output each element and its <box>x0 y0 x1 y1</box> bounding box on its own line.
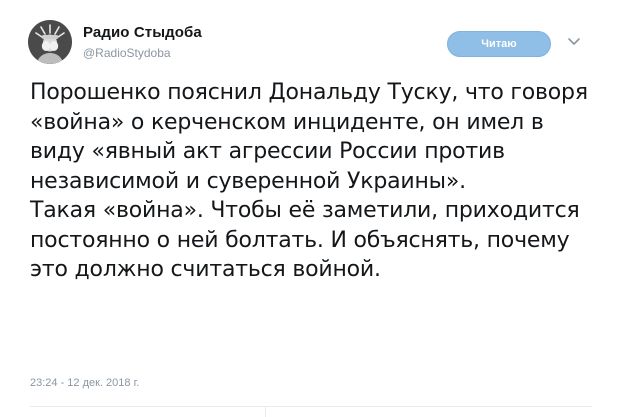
divider <box>265 406 266 417</box>
display-name[interactable]: Радио Стыдоба <box>83 24 202 41</box>
tweet-paragraph: Такая «война». Чтобы её заметили, приход… <box>30 198 580 282</box>
statue-avatar-icon[interactable] <box>28 20 72 64</box>
chevron-down-icon[interactable] <box>567 37 581 47</box>
tweet-timestamp[interactable]: 23:24 - 12 дек. 2018 г. <box>30 377 139 389</box>
follow-button-label: Читаю <box>481 38 517 50</box>
divider <box>30 406 592 407</box>
user-handle[interactable]: @RadioStydoba <box>83 46 171 60</box>
tweet-paragraph: Порошенко пояснил Дональду Туску, что го… <box>30 80 588 194</box>
tweet-card: Радио Стыдоба @RadioStydoba Читаю Пороше… <box>0 0 620 417</box>
tweet-text: Порошенко пояснил Дональду Туску, что го… <box>30 78 605 285</box>
follow-button[interactable]: Читаю <box>447 31 551 57</box>
